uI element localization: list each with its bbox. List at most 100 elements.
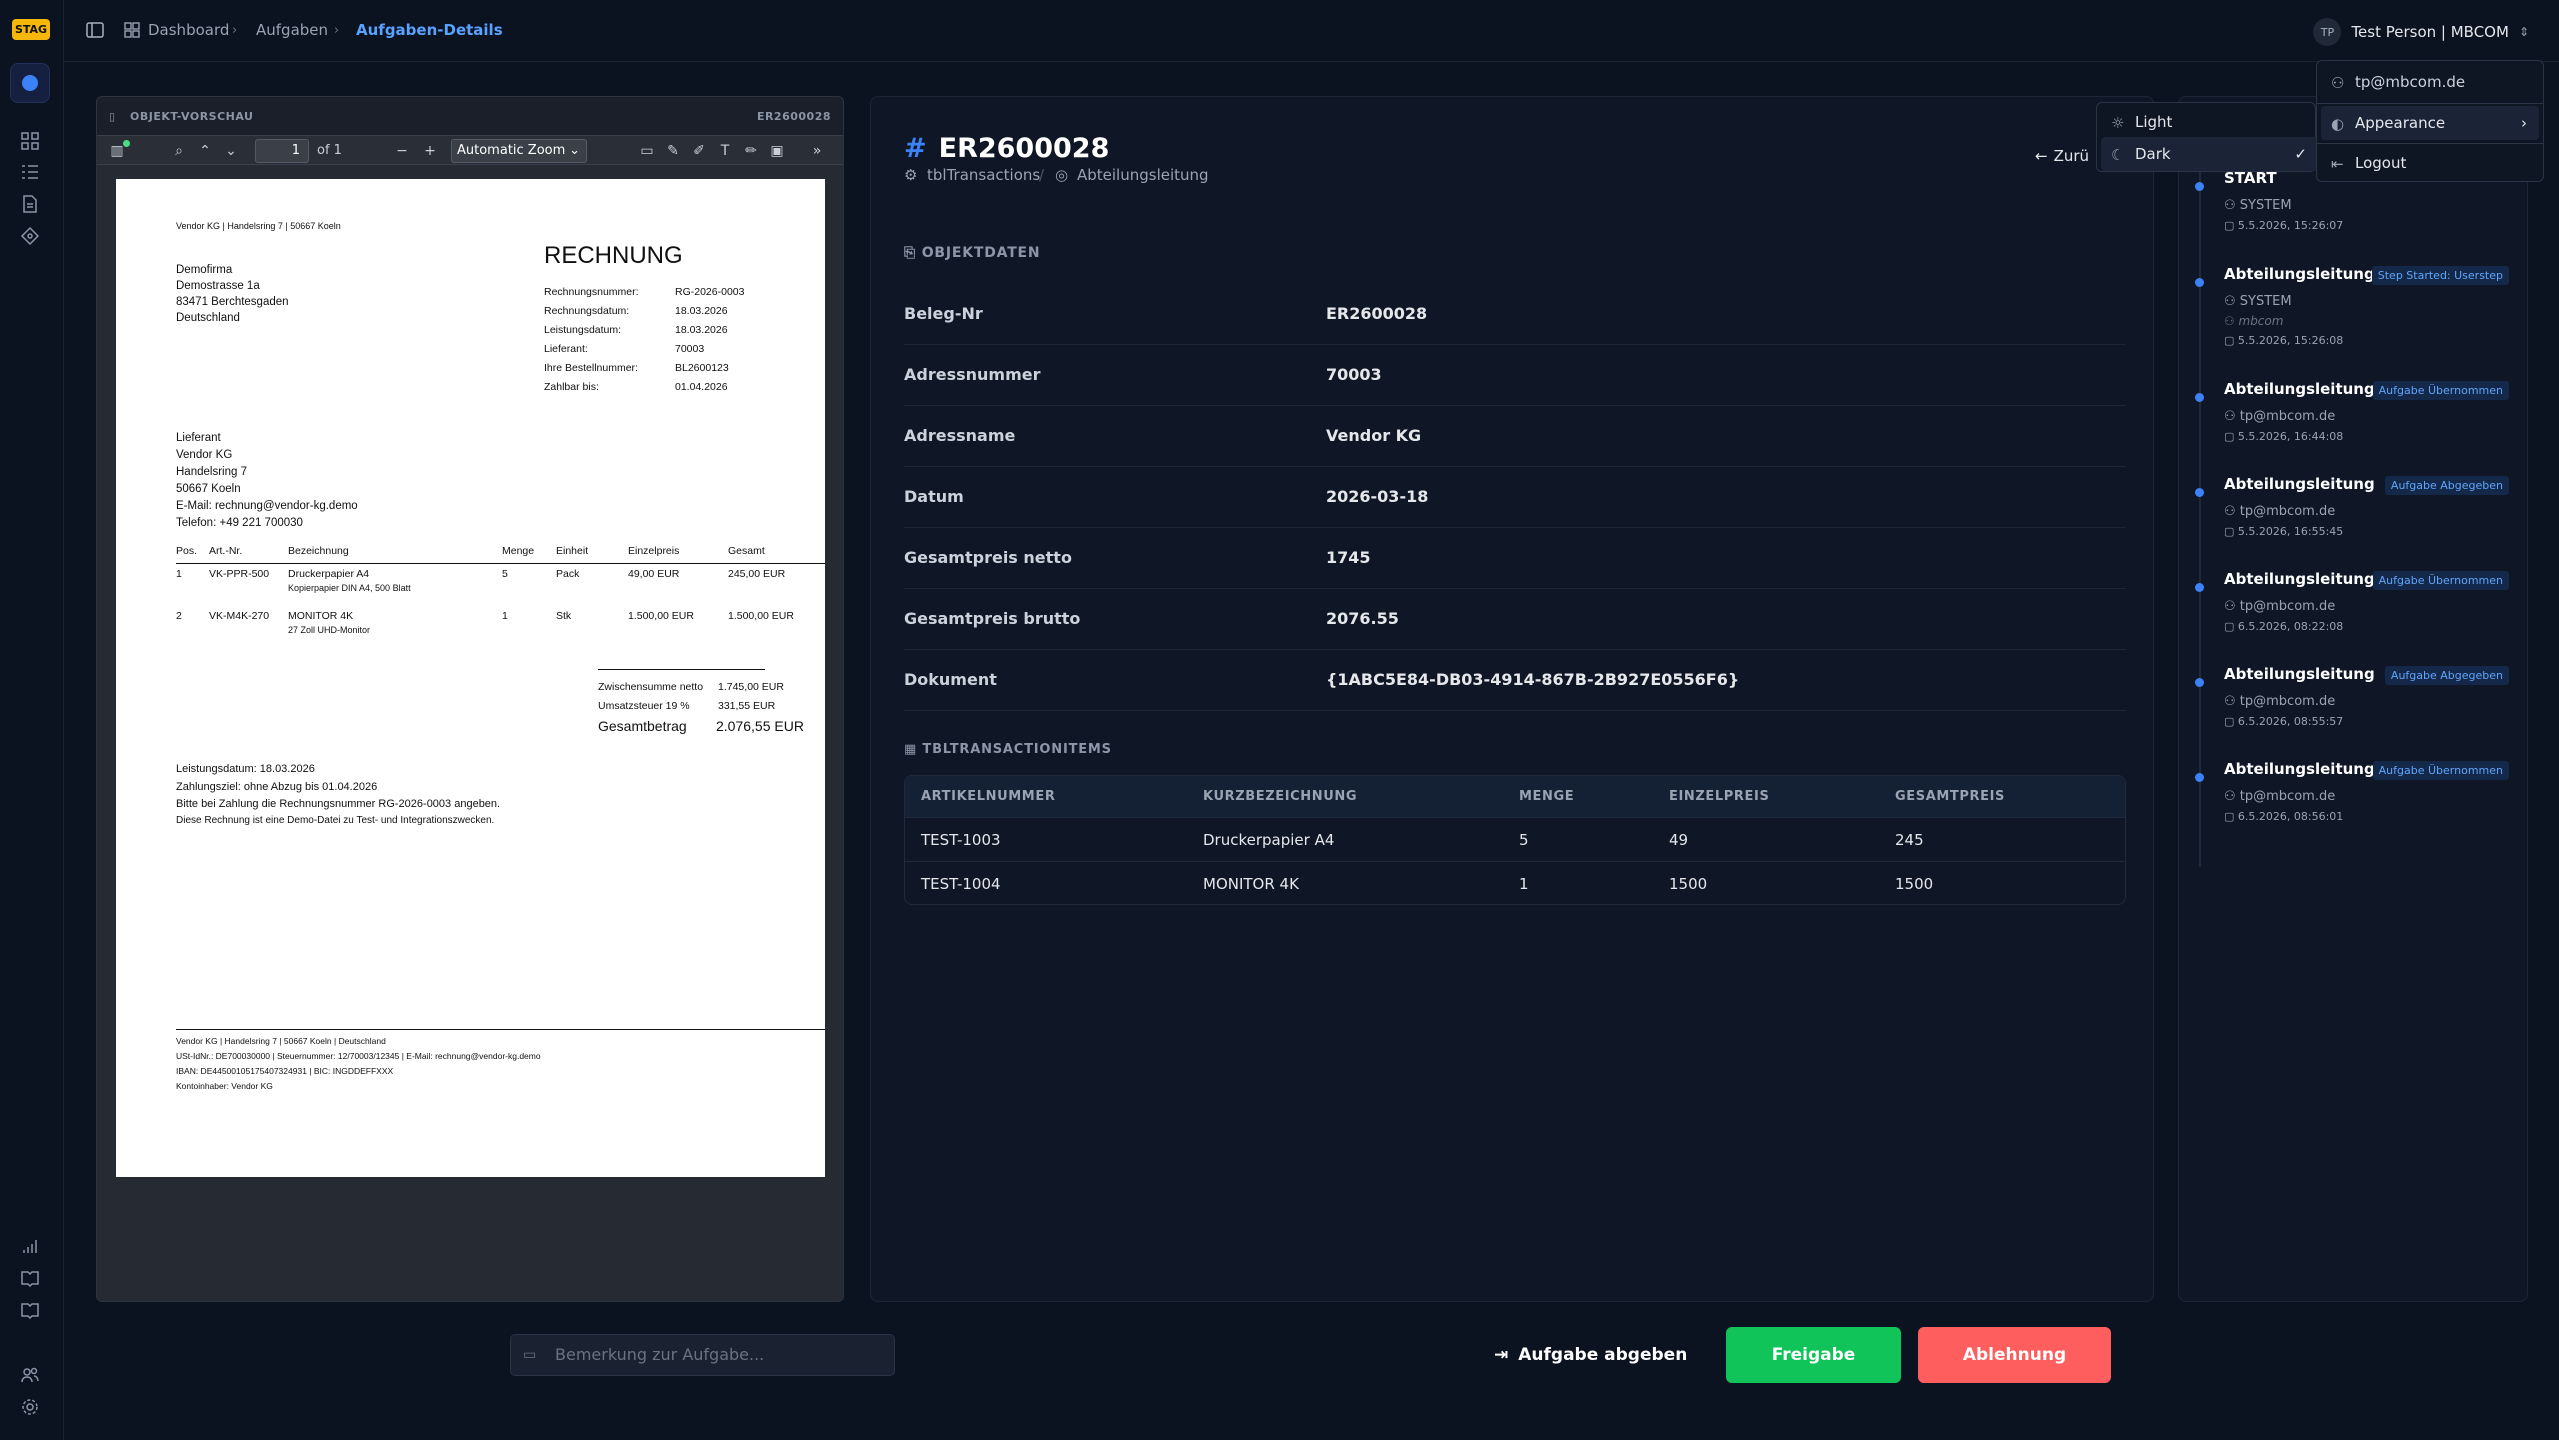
object-title: # ER2600028 <box>904 133 1109 164</box>
row-unit: Stk <box>556 610 572 622</box>
footer-rule <box>176 1029 825 1030</box>
menu-item-dark[interactable]: ☾ Dark ✓ <box>2101 137 2319 171</box>
object-detail-panel: # ER2600028 ⚙ tblTransactions / ◎ Abteilu… <box>870 96 2154 1302</box>
document-icon[interactable] <box>20 194 40 214</box>
zoom-select[interactable]: Automatic Zoom ⌄ <box>451 139 587 163</box>
table-row[interactable]: TEST-1003 Druckerpapier A4 5 49 245 <box>905 818 2125 862</box>
table-rule <box>176 563 825 564</box>
meta-value: RG-2026-0003 <box>675 286 745 298</box>
event-badge: Aufgabe Übernommen <box>2372 571 2509 590</box>
note-line: Bitte bei Zahlung die Rechnungsnummer RG… <box>176 798 501 810</box>
step-target-icon: ◎ <box>1055 166 1069 184</box>
user-dropdown-menu: ⚇ tp@mbcom.de ◐ Appearance › ⇤ Logout <box>2316 60 2544 182</box>
hash-icon: # <box>904 133 927 164</box>
search-icon[interactable]: ⌕ <box>169 141 189 161</box>
breadcrumb-aufgaben[interactable]: Aufgaben <box>256 21 328 39</box>
table-row[interactable]: TEST-1004 MONITOR 4K 1 1500 1500 <box>905 862 2125 904</box>
column-header[interactable]: KURZBEZEICHNUNG <box>1203 789 1357 804</box>
highlight-icon[interactable]: ✐ <box>689 141 709 161</box>
remark-input[interactable]: Bemerkung zur Aufgabe... <box>510 1334 895 1376</box>
draw-icon[interactable]: ✏ <box>741 141 761 161</box>
column-header[interactable]: GESAMTPREIS <box>1895 789 2005 804</box>
table-header: Gesamt <box>728 545 765 557</box>
field-label: Gesamtpreis brutto <box>904 609 1081 628</box>
dashboard-icon[interactable] <box>20 131 40 151</box>
remark-placeholder: Bemerkung zur Aufgabe... <box>555 1345 765 1364</box>
note-line: Leistungsdatum: 18.03.2026 <box>176 763 315 775</box>
text-tool-icon[interactable]: T <box>715 141 735 161</box>
user-menu-trigger[interactable]: TP Test Person | MBCOM ⇕ <box>2313 18 2529 46</box>
moon-icon: ☾ <box>2111 146 2125 164</box>
event-user: ⚇ tp@mbcom.de <box>2224 694 2336 709</box>
menu-item-logout[interactable]: ⇤ Logout <box>2321 146 2539 180</box>
event-user-name: tp@mbcom.de <box>2239 409 2336 424</box>
zoom-value: Automatic Zoom <box>457 143 566 158</box>
signature-icon[interactable]: ✎ <box>663 141 683 161</box>
workflow-timeline: START ⚇ SYSTEM ▢ 5.5.2026, 15:26:07 Abte… <box>2178 96 2528 1302</box>
totals-rule <box>598 669 765 670</box>
recipient-line: Deutschland <box>176 312 240 324</box>
user-name: Test Person | MBCOM <box>2351 23 2509 41</box>
column-header[interactable]: ARTIKELNUMMER <box>921 789 1055 804</box>
hand-back-button[interactable]: ⇥ Aufgabe abgeben <box>1494 1333 1694 1377</box>
event-badge: Step Started: Userstep <box>2371 266 2509 285</box>
invoice-title: RECHNUNG <box>544 242 683 269</box>
timeline-event: Abteilungsleitung Aufgabe Abgegeben ⚇ tp… <box>2179 665 2527 760</box>
field-label: Beleg-Nr <box>904 304 983 323</box>
event-timestamp: 5.5.2026, 15:26:07 <box>2237 219 2344 232</box>
settings-gear-icon[interactable] <box>20 1397 40 1417</box>
timeline-event: START ⚇ SYSTEM ▢ 5.5.2026, 15:26:07 <box>2179 169 2527 264</box>
environment-badge: STAG <box>12 19 50 40</box>
comment-icon[interactable]: ▭ <box>637 141 657 161</box>
table-header: Einzelpreis <box>628 545 680 557</box>
back-button[interactable]: ← Zurü <box>2035 147 2089 165</box>
zoom-in-icon[interactable]: + <box>420 141 440 161</box>
docs-book-icon[interactable] <box>20 1268 40 1288</box>
table-header: Art.-Nr. <box>209 545 243 557</box>
column-header[interactable]: MENGE <box>1519 789 1574 804</box>
zoom-out-icon[interactable]: − <box>392 141 412 161</box>
object-id: ER2600028 <box>938 133 1110 164</box>
source-table-link[interactable]: tblTransactions <box>927 166 1040 184</box>
row-qty: 1 <box>502 610 508 622</box>
event-user-name: SYSTEM <box>2239 294 2292 309</box>
menu-item-light[interactable]: ☼ Light <box>2101 105 2319 139</box>
event-user: ⚇ tp@mbcom.de <box>2224 599 2336 614</box>
more-tools-icon[interactable]: » <box>807 141 827 161</box>
image-icon[interactable]: ▣ <box>767 141 787 161</box>
footer-line: Kontoinhaber: Vendor KG <box>176 1081 273 1091</box>
row-unit: Pack <box>556 568 580 580</box>
timeline-event: Abteilungsleitung Aufgabe Übernommen ⚇ t… <box>2179 380 2527 475</box>
row-price: 1.500,00 EUR <box>628 610 694 622</box>
email-label: tp@mbcom.de <box>2355 73 2466 91</box>
tasks-list-icon[interactable] <box>20 162 40 182</box>
breadcrumb-dashboard[interactable]: Dashboard <box>148 21 229 39</box>
field-value: 2076.55 <box>1326 609 1399 628</box>
analytics-icon[interactable] <box>20 1236 40 1256</box>
event-badge: Aufgabe Abgegeben <box>2384 476 2509 495</box>
reject-button[interactable]: Ablehnung <box>1918 1327 2111 1383</box>
page-number-input[interactable]: 1 <box>255 139 309 163</box>
event-time: ▢ 5.5.2026, 15:26:08 <box>2224 334 2344 347</box>
meta-value: 70003 <box>675 343 705 355</box>
previous-page-icon[interactable]: ⌃ <box>195 141 215 161</box>
sidebar-toggle-icon[interactable] <box>86 21 104 39</box>
net-label: Zwischensumme netto <box>598 681 704 693</box>
field-row: Gesamtpreis brutto 2076.55 <box>904 589 2126 650</box>
workflow-icon[interactable] <box>20 226 40 246</box>
menu-item-appearance[interactable]: ◐ Appearance › <box>2321 106 2539 140</box>
rail-home-button[interactable] <box>10 63 50 103</box>
event-user: ⚇ SYSTEM <box>2224 198 2292 213</box>
table-header: Einheit <box>556 545 589 557</box>
next-page-icon[interactable]: ⌄ <box>221 141 241 161</box>
manual-book-icon[interactable] <box>20 1300 40 1320</box>
attachment-indicator-icon <box>123 140 130 147</box>
users-icon[interactable] <box>20 1365 40 1385</box>
field-value: 70003 <box>1326 365 1382 384</box>
event-badge: Aufgabe Abgegeben <box>2384 666 2509 685</box>
approve-button[interactable]: Freigabe <box>1726 1327 1901 1383</box>
chevron-updown-icon: ⇕ <box>2518 25 2529 39</box>
column-header[interactable]: EINZELPREIS <box>1669 789 1769 804</box>
meta-label: Rechnungsnummer: <box>544 286 639 298</box>
event-timestamp: 5.5.2026, 16:44:08 <box>2237 430 2344 443</box>
